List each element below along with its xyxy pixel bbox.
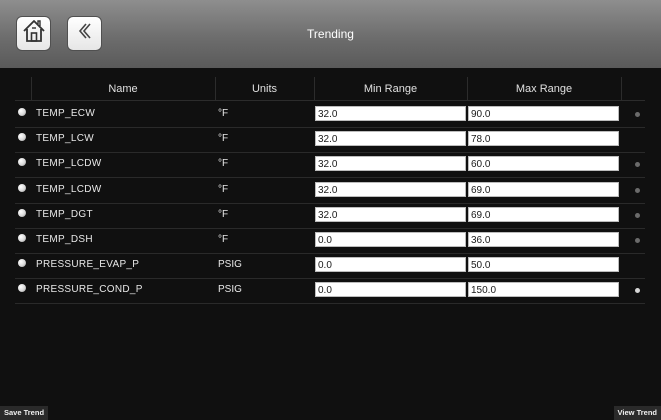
point-units: °F (218, 158, 229, 170)
row-select-radio[interactable] (18, 108, 26, 116)
table-row[interactable]: TEMP_LCW °F 32.0 78.0 (15, 127, 645, 154)
status-indicator-dot (635, 162, 640, 168)
table-row[interactable]: TEMP_LCDW °F 32.0 69.0 (15, 178, 645, 204)
point-units: PSIG (218, 259, 242, 271)
max-range-input[interactable]: 90.0 (468, 106, 619, 121)
status-indicator-dot (635, 238, 640, 243)
view-trend-button[interactable]: View Trend (613, 406, 661, 420)
max-range-input[interactable]: 60.0 (468, 156, 619, 172)
row-select-radio[interactable] (18, 284, 26, 293)
table-header: Name Units Min Range Max Range (15, 77, 645, 101)
trending-screen: Trending Name Units Min Range Max Range … (0, 0, 661, 420)
status-indicator-dot (635, 112, 640, 117)
row-select-radio[interactable] (18, 158, 26, 167)
point-units: °F (218, 234, 229, 245)
status-indicator-dot (635, 212, 640, 218)
save-trend-button[interactable]: Save Trend (0, 406, 49, 420)
max-range-input[interactable]: 69.0 (468, 181, 619, 197)
column-header-min-range: Min Range (363, 83, 418, 95)
table-row[interactable]: PRESSURE_COND_P PSIG 0.0 150.0 (15, 278, 645, 305)
point-name: TEMP_DGT (36, 208, 93, 220)
point-units: °F (218, 183, 229, 195)
point-name: TEMP_DSH (36, 234, 93, 245)
point-name: PRESSURE_COND_P (36, 284, 143, 296)
min-range-input[interactable]: 32.0 (315, 156, 466, 172)
row-select-radio[interactable] (18, 208, 26, 217)
status-indicator-dot (635, 187, 640, 193)
header-bar: Trending (0, 0, 661, 68)
max-range-input[interactable]: 36.0 (468, 232, 619, 247)
table-row[interactable]: PRESSURE_EVAP_P PSIG 0.0 50.0 (15, 253, 645, 280)
min-range-input[interactable]: 0.0 (315, 282, 466, 298)
trend-table: Name Units Min Range Max Range TEMP_ECW °… (15, 77, 645, 399)
point-name: TEMP_ECW (36, 108, 96, 119)
table-row[interactable]: TEMP_DSH °F 0.0 36.0 (15, 228, 645, 254)
min-range-input[interactable]: 32.0 (315, 131, 466, 147)
max-range-input[interactable]: 78.0 (468, 131, 619, 147)
row-select-radio[interactable] (18, 183, 26, 192)
min-range-input[interactable]: 0.0 (315, 257, 466, 273)
point-name: PRESSURE_EVAP_P (36, 259, 140, 271)
status-indicator-dot (635, 288, 640, 294)
max-range-input[interactable]: 69.0 (468, 206, 619, 222)
point-units: °F (218, 208, 229, 220)
page-title: Trending (307, 27, 354, 41)
point-name: TEMP_LCDW (36, 183, 102, 195)
row-select-radio[interactable] (18, 133, 26, 142)
column-header-units: Units (251, 83, 278, 95)
row-select-radio[interactable] (18, 259, 26, 268)
min-range-input[interactable]: 32.0 (315, 206, 466, 222)
max-range-input[interactable]: 50.0 (468, 257, 619, 273)
point-name: TEMP_LCDW (36, 158, 102, 170)
row-select-radio[interactable] (18, 234, 26, 242)
column-header-max-range: Max Range (515, 83, 573, 95)
table-row[interactable]: TEMP_DGT °F 32.0 69.0 (15, 203, 645, 229)
point-units: °F (218, 108, 229, 119)
max-range-input[interactable]: 150.0 (468, 282, 619, 298)
point-units: °F (218, 133, 229, 145)
min-range-input[interactable]: 0.0 (315, 232, 466, 247)
table-row[interactable]: TEMP_ECW °F 32.0 90.0 (15, 102, 645, 128)
point-units: PSIG (218, 284, 242, 296)
min-range-input[interactable]: 32.0 (315, 106, 466, 121)
column-header-name: Name (108, 83, 138, 95)
point-name: TEMP_LCW (36, 133, 94, 145)
min-range-input[interactable]: 32.0 (315, 181, 466, 197)
table-row[interactable]: TEMP_LCDW °F 32.0 60.0 (15, 152, 645, 179)
